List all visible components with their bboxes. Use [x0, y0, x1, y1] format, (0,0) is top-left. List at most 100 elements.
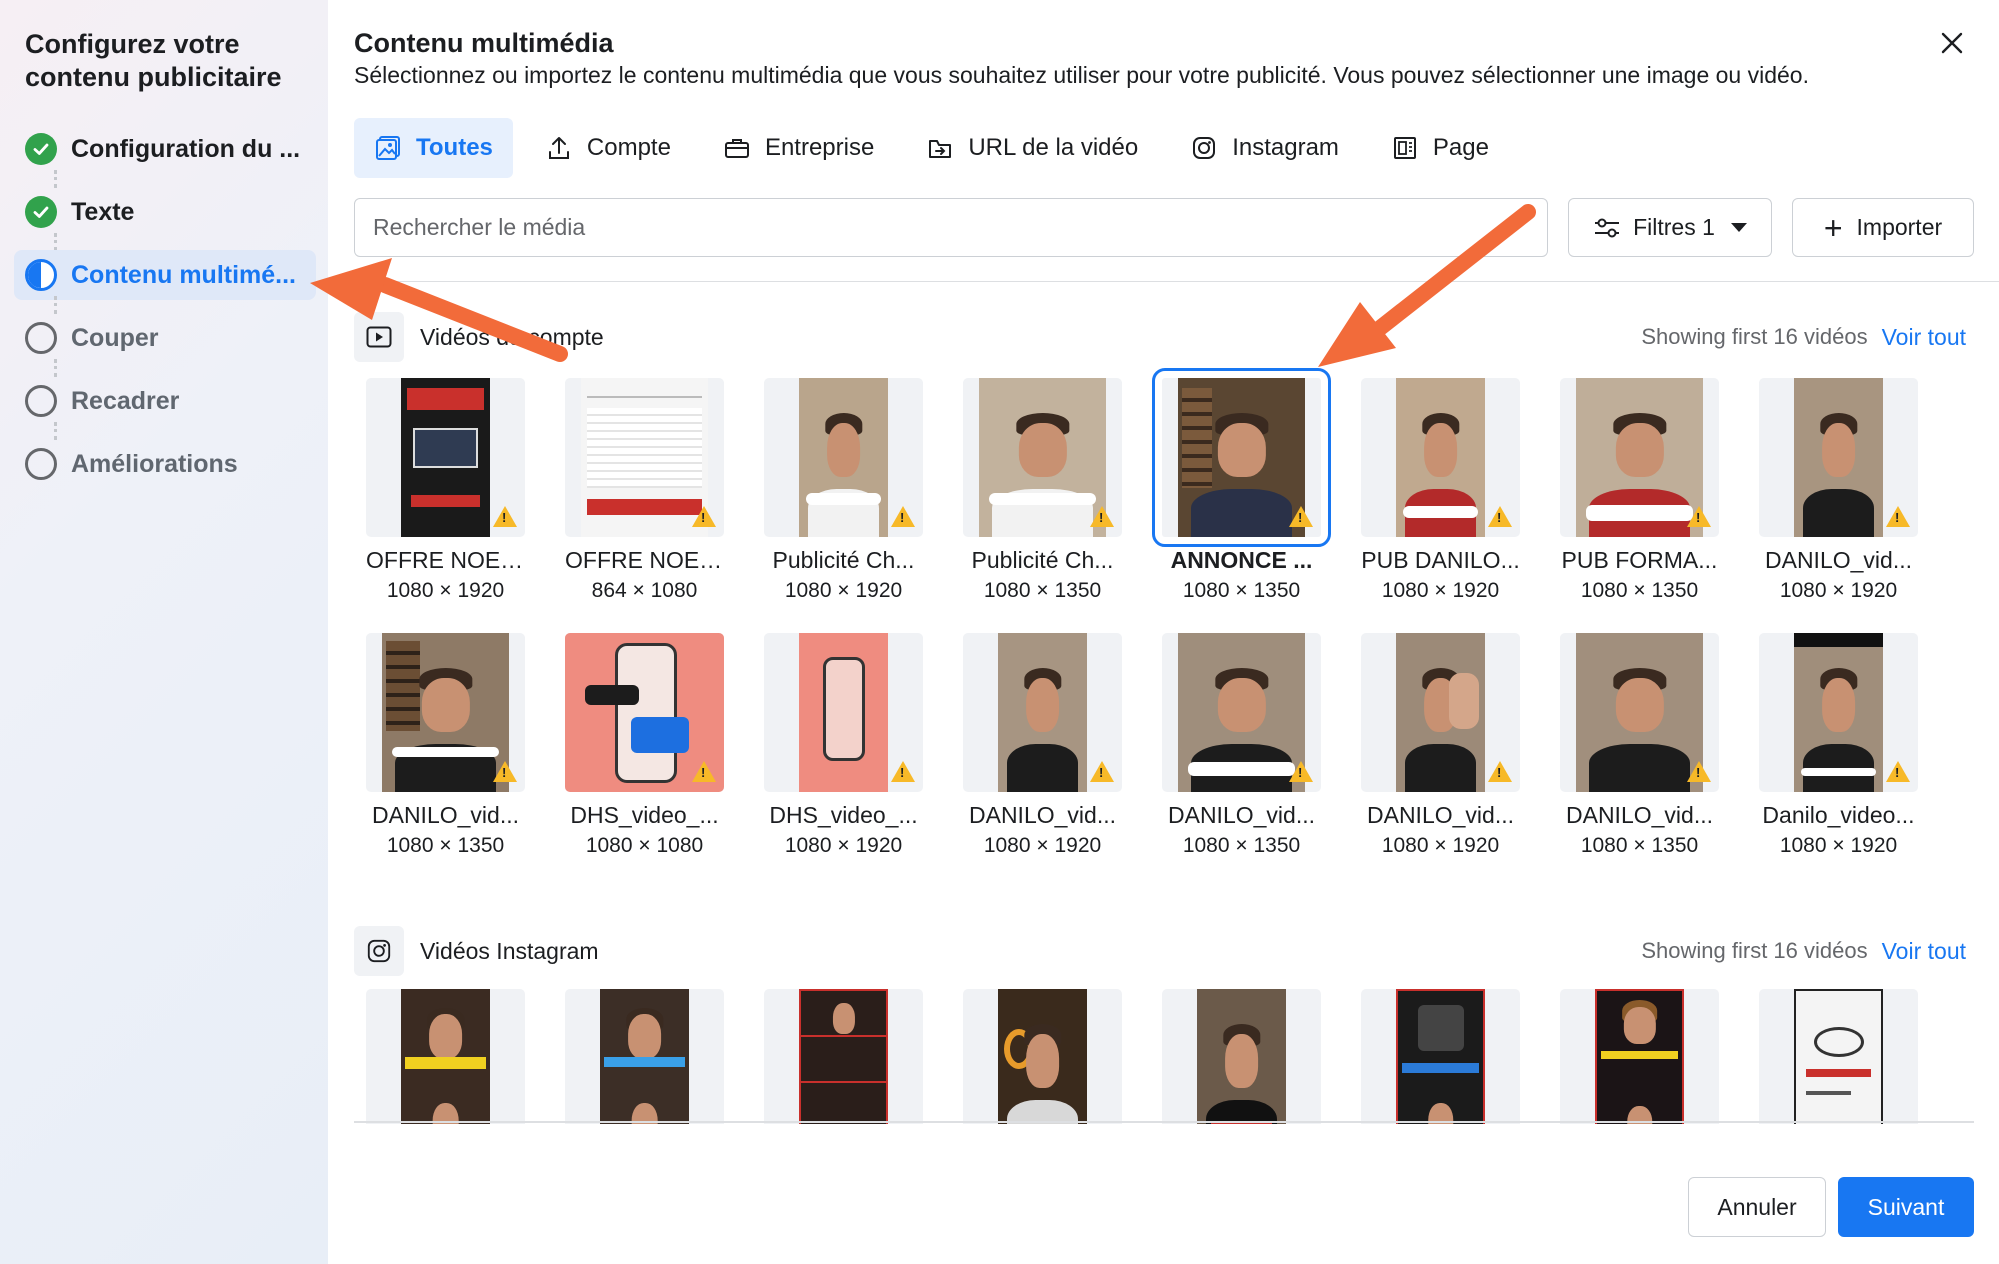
video-dimensions: 1080 × 1920	[983, 834, 1102, 857]
step-connector	[54, 296, 57, 314]
tab-label: Compte	[586, 134, 671, 161]
video-name: DANILO_vid...	[372, 802, 519, 828]
video-dimensions: 1080 × 1920	[1779, 579, 1898, 602]
warning-icon	[1488, 506, 1512, 527]
next-button[interactable]: Suivant	[1838, 1177, 1974, 1237]
tab-entreprise[interactable]: Entreprise	[703, 118, 894, 178]
instagram-video-card[interactable]	[963, 989, 1122, 1124]
video-card[interactable]: Publicité Ch... 1080 × 1350	[963, 378, 1122, 603]
import-label: Importer	[1856, 214, 1943, 240]
video-card[interactable]: OFFRE NOEL... 864 × 1080	[565, 378, 724, 603]
video-card[interactable]: DANILO_vid... 1080 × 1920	[1759, 378, 1918, 603]
tab-label: Entreprise	[764, 134, 875, 161]
sidebar-title: Configurez votre contenu publicitaire	[25, 29, 282, 92]
video-card[interactable]: DANILO_vid... 1080 × 1350	[366, 633, 525, 858]
section-count: Showing first 16 vidéos	[1641, 324, 1868, 349]
import-button[interactable]: + Importer	[1792, 198, 1974, 257]
video-dimensions: 1080 × 1920	[784, 834, 903, 857]
empty-circle-icon	[25, 322, 57, 354]
video-card[interactable]: DANILO_vid... 1080 × 1350	[1162, 633, 1321, 858]
step-recadrer[interactable]: Recadrer	[14, 376, 316, 440]
step-configuration[interactable]: Configuration du ...	[14, 124, 316, 188]
video-thumbnail	[1560, 989, 1719, 1124]
instagram-video-card[interactable]	[1361, 989, 1520, 1124]
step-contenu-multimedia[interactable]: Contenu multimé...	[14, 250, 316, 314]
video-name: OFFRE NOEL...	[366, 547, 525, 573]
video-card[interactable]: DHS_video_... 1080 × 1080	[565, 633, 724, 858]
warning-icon	[1687, 761, 1711, 782]
step-label: Contenu multimé...	[71, 260, 296, 289]
tab-toutes[interactable]: Toutes	[354, 118, 513, 178]
step-label: Améliorations	[71, 449, 238, 478]
close-button[interactable]	[1935, 26, 1969, 60]
instagram-videos-header: Vidéos Instagram Showing first 16 vidéos…	[354, 926, 1966, 976]
cancel-button[interactable]: Annuler	[1688, 1177, 1826, 1237]
video-card[interactable]: Danilo_video... 1080 × 1920	[1759, 633, 1918, 858]
see-all-link[interactable]: Voir tout	[1882, 324, 1966, 351]
video-thumbnail	[764, 378, 923, 537]
tab-page[interactable]: Page	[1371, 118, 1509, 178]
warning-icon	[1886, 761, 1910, 782]
gallery-icon	[376, 136, 400, 160]
sliders-icon	[1595, 218, 1620, 237]
video-card[interactable]: PUB FORMA... 1080 × 1350	[1560, 378, 1719, 603]
step-texte[interactable]: Texte	[14, 187, 316, 251]
video-card[interactable]: DANILO_vid... 1080 × 1920	[963, 633, 1122, 858]
step-label: Configuration du ...	[71, 134, 301, 163]
video-thumbnail	[963, 989, 1122, 1124]
tab-instagram[interactable]: Instagram	[1170, 118, 1359, 178]
video-name: DANILO_vid...	[1566, 802, 1713, 828]
warning-icon	[1289, 506, 1313, 527]
step-connector	[54, 422, 57, 440]
instagram-videos-grid	[366, 989, 1918, 1124]
video-dimensions: 1080 × 1350	[983, 579, 1102, 602]
video-card[interactable]: DANILO_vid... 1080 × 1920	[1361, 633, 1520, 858]
video-dimensions: 1080 × 1920	[1779, 834, 1898, 857]
media-search-input[interactable]	[354, 198, 1548, 257]
video-name: DANILO_vid...	[1168, 802, 1315, 828]
video-dimensions: 1080 × 1920	[1381, 834, 1500, 857]
see-all-link[interactable]: Voir tout	[1882, 938, 1966, 965]
empty-circle-icon	[25, 448, 57, 480]
step-connector	[54, 170, 57, 188]
video-name: ANNONCE ...	[1170, 547, 1313, 573]
video-name: Publicité Ch...	[971, 547, 1114, 573]
tab-url-video[interactable]: URL de la vidéo	[906, 118, 1158, 178]
instagram-video-card[interactable]	[1759, 989, 1918, 1124]
instagram-video-card[interactable]	[764, 989, 923, 1124]
video-name: PUB DANILO...	[1361, 547, 1520, 573]
dialog-subtitle: Sélectionnez ou importez le contenu mult…	[354, 62, 1809, 88]
video-thumbnail	[963, 633, 1122, 792]
step-couper[interactable]: Couper	[14, 313, 316, 377]
tab-compte[interactable]: Compte	[525, 118, 691, 178]
tab-label: Toutes	[416, 134, 493, 161]
instagram-video-card[interactable]	[1560, 989, 1719, 1124]
video-name: DHS_video_...	[769, 802, 918, 828]
warning-icon	[1488, 761, 1512, 782]
video-thumbnail	[1560, 378, 1719, 537]
tab-label: Page	[1432, 134, 1489, 161]
video-card[interactable]: DHS_video_... 1080 × 1920	[764, 633, 923, 858]
filters-button[interactable]: Filtres 1	[1568, 198, 1772, 257]
video-card-selected[interactable]: ANNONCE ... 1080 × 1350	[1152, 368, 1331, 603]
video-thumbnail	[1361, 378, 1520, 537]
video-dimensions: 1080 × 1350	[1182, 579, 1301, 602]
step-ameliorations[interactable]: Améliorations	[14, 439, 316, 489]
video-thumbnail	[1361, 989, 1520, 1124]
video-name: DANILO_vid...	[969, 802, 1116, 828]
warning-icon	[1090, 506, 1114, 527]
empty-circle-icon	[25, 385, 57, 417]
warning-icon	[1090, 761, 1114, 782]
half-circle-icon	[25, 259, 57, 291]
video-card[interactable]: PUB DANILO... 1080 × 1920	[1361, 378, 1520, 603]
instagram-video-card[interactable]	[366, 989, 525, 1124]
instagram-video-card[interactable]	[1162, 989, 1321, 1124]
section-count: Showing first 16 vidéos	[1641, 938, 1868, 963]
video-card[interactable]: DANILO_vid... 1080 × 1350	[1560, 633, 1719, 858]
video-thumbnail	[963, 378, 1122, 537]
video-card[interactable]: OFFRE NOEL... 1080 × 1920	[366, 378, 525, 603]
page-icon	[1393, 137, 1416, 159]
video-card[interactable]: Publicité Ch... 1080 × 1920	[764, 378, 923, 603]
video-thumbnail	[1361, 633, 1520, 792]
instagram-video-card[interactable]	[565, 989, 724, 1124]
